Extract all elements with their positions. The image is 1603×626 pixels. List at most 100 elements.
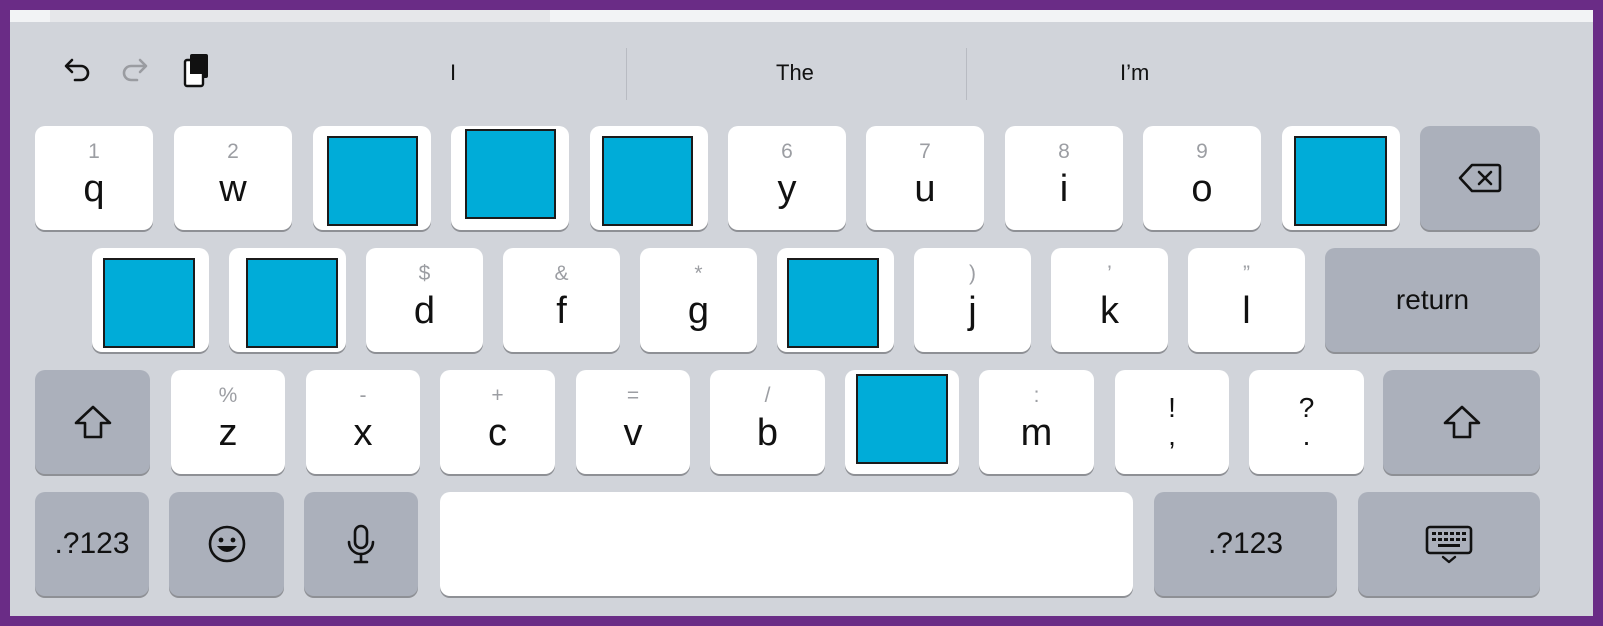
key-hint: ” (1243, 262, 1250, 285)
numbers-label: .?123 (54, 527, 130, 560)
key-label: b (756, 412, 779, 454)
key-q[interactable]: 1 q (35, 126, 153, 230)
text-area-edge (10, 10, 1593, 22)
dictation-button[interactable] (304, 492, 418, 596)
key-label: i (1059, 168, 1069, 210)
key-label: y (777, 168, 797, 210)
return-button[interactable]: return (1325, 248, 1540, 352)
redaction-box (856, 374, 948, 464)
key-w[interactable]: 2 w (174, 126, 292, 230)
key-f[interactable]: & f (503, 248, 620, 352)
key-hint: / (764, 384, 771, 407)
key-label-top: ? (1298, 392, 1315, 423)
key-label-top: ! (1168, 392, 1176, 423)
undo-icon[interactable] (55, 50, 95, 90)
key-hint: ) (969, 262, 976, 285)
shift-icon (35, 370, 150, 474)
key-hint: $ (418, 262, 431, 285)
on-screen-keyboard: I The I’m 1 q 2 w 6 y 7 u 8 i 9 o $ d & … (10, 22, 1593, 616)
key-label: w (219, 168, 247, 210)
key-masked[interactable] (451, 126, 569, 230)
redaction-box (246, 258, 338, 348)
key-masked[interactable] (313, 126, 431, 230)
redaction-box (465, 129, 556, 219)
numbers-left-button[interactable]: .?123 (35, 492, 149, 596)
key-hint: - (359, 384, 367, 407)
key-label: q (83, 168, 105, 210)
space-bar[interactable] (440, 492, 1133, 596)
key-label: f (556, 290, 567, 332)
numbers-label: .?123 (1207, 527, 1284, 560)
microphone-icon (304, 492, 418, 596)
redaction-box (602, 136, 693, 226)
key-exclamation-comma[interactable]: ! , (1115, 370, 1229, 474)
emoji-button[interactable] (169, 492, 284, 596)
key-y[interactable]: 6 y (728, 126, 846, 230)
key-g[interactable]: * g (640, 248, 757, 352)
backspace-icon (1420, 126, 1540, 230)
key-label: u (914, 168, 936, 210)
hide-keyboard-button[interactable] (1358, 492, 1540, 596)
key-hint: % (218, 384, 238, 407)
redaction-box (103, 258, 195, 348)
key-x[interactable]: - x (306, 370, 420, 474)
key-o[interactable]: 9 o (1143, 126, 1261, 230)
key-label: o (1191, 168, 1213, 210)
key-hint: = (626, 384, 640, 407)
key-m[interactable]: : m (979, 370, 1094, 474)
key-hint: 6 (781, 140, 793, 163)
suggestion-divider (966, 48, 967, 100)
key-masked[interactable] (229, 248, 346, 352)
suggestion-divider (626, 48, 627, 100)
key-c[interactable]: + c (440, 370, 555, 474)
keyboard-frame: I The I’m 1 q 2 w 6 y 7 u 8 i 9 o $ d & … (10, 10, 1593, 616)
key-v[interactable]: = v (576, 370, 690, 474)
key-label: x (353, 412, 373, 454)
redaction-box (1294, 136, 1387, 226)
key-masked[interactable] (845, 370, 959, 474)
key-b[interactable]: / b (710, 370, 825, 474)
backspace-button[interactable] (1420, 126, 1540, 230)
key-label-bottom: , (1168, 420, 1176, 451)
key-question-period[interactable]: ? . (1249, 370, 1364, 474)
clipboard-icon[interactable] (177, 50, 217, 90)
key-hint: 7 (919, 140, 931, 163)
key-label: l (1242, 290, 1251, 332)
redaction-box (327, 136, 418, 226)
key-label: g (687, 290, 710, 332)
key-label: c (488, 412, 507, 454)
keyboard-toolbar: I The I’m (10, 22, 1593, 112)
key-label-bottom: . (1302, 420, 1311, 451)
key-masked[interactable] (92, 248, 209, 352)
key-masked[interactable] (590, 126, 708, 230)
suggestion-2[interactable]: The (776, 60, 814, 86)
shift-left-button[interactable] (35, 370, 150, 474)
key-label: v (623, 412, 643, 454)
key-hint: 9 (1196, 140, 1208, 163)
key-label: k (1100, 290, 1119, 332)
key-label: d (413, 290, 436, 332)
key-j[interactable]: ) j (914, 248, 1031, 352)
key-masked[interactable] (777, 248, 894, 352)
key-label: m (1020, 412, 1053, 454)
redaction-box (787, 258, 879, 348)
suggestion-1[interactable]: I (450, 60, 456, 86)
key-d[interactable]: $ d (366, 248, 483, 352)
key-z[interactable]: % z (171, 370, 285, 474)
redo-icon[interactable] (117, 50, 157, 90)
key-i[interactable]: 8 i (1005, 126, 1123, 230)
key-masked[interactable] (1282, 126, 1400, 230)
shift-icon (1383, 370, 1540, 474)
key-hint: 8 (1058, 140, 1070, 163)
key-label: j (968, 290, 977, 332)
numbers-right-button[interactable]: .?123 (1154, 492, 1337, 596)
emoji-icon (169, 492, 284, 596)
shift-right-button[interactable] (1383, 370, 1540, 474)
key-k[interactable]: ’ k (1051, 248, 1168, 352)
key-u[interactable]: 7 u (866, 126, 984, 230)
keyboard-dismiss-icon (1358, 492, 1540, 596)
key-label: z (218, 412, 238, 454)
suggestion-3[interactable]: I’m (1120, 60, 1149, 86)
key-l[interactable]: ” l (1188, 248, 1305, 352)
key-hint: + (491, 384, 504, 407)
